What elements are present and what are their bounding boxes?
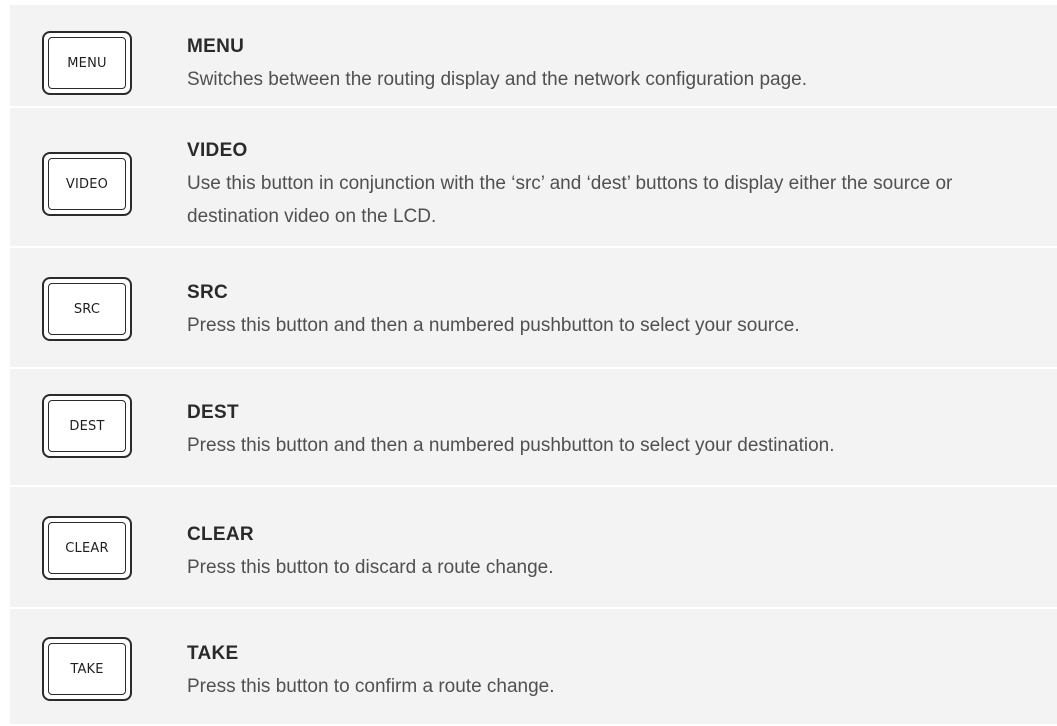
menu-description: Switches between the routing display and… (187, 69, 808, 90)
take-button-icon: TAKE (42, 637, 132, 701)
clear-button-label: CLEAR (48, 522, 126, 574)
dest-description: Press this button and then a numbered pu… (187, 435, 835, 456)
src-row: SRC SRC Press this button and then a num… (10, 248, 1057, 369)
src-title: SRC (187, 282, 229, 303)
video-button-icon: VIDEO (42, 152, 132, 216)
video-description: Use this button in conjunction with the … (187, 173, 953, 227)
clear-description: Press this button to discard a route cha… (187, 557, 554, 578)
dest-button-label: DEST (48, 400, 126, 452)
take-text: TAKE Press this button to confirm a rout… (187, 643, 1037, 703)
take-description: Press this button to confirm a route cha… (187, 676, 555, 697)
clear-row: CLEAR CLEAR Press this button to discard… (10, 487, 1057, 609)
menu-title: MENU (187, 36, 245, 57)
clear-button-icon: CLEAR (42, 516, 132, 580)
menu-button-label: MENU (48, 37, 126, 89)
clear-text: CLEAR Press this button to discard a rou… (187, 524, 1037, 584)
src-description: Press this button and then a numbered pu… (187, 315, 800, 336)
dest-text: DEST Press this button and then a number… (187, 402, 1037, 462)
menu-row: MENU MENU Switches between the routing d… (10, 5, 1057, 108)
take-row: TAKE TAKE Press this button to confirm a… (10, 609, 1057, 724)
take-button-label: TAKE (48, 643, 126, 695)
src-button-icon: SRC (42, 277, 132, 341)
src-button-label: SRC (48, 283, 126, 335)
take-title: TAKE (187, 643, 239, 664)
menu-button-icon: MENU (42, 31, 132, 95)
menu-text: MENU Switches between the routing displa… (187, 36, 1037, 96)
src-text: SRC Press this button and then a numbere… (187, 282, 1037, 342)
video-row: VIDEO VIDEO Use this button in conjuncti… (10, 108, 1057, 248)
video-text: VIDEO Use this button in conjunction wit… (187, 140, 1037, 233)
video-button-label: VIDEO (48, 158, 126, 210)
video-title: VIDEO (187, 140, 248, 161)
dest-title: DEST (187, 402, 239, 423)
clear-title: CLEAR (187, 524, 254, 545)
dest-button-icon: DEST (42, 394, 132, 458)
button-reference-list: MENU MENU Switches between the routing d… (10, 5, 1057, 724)
dest-row: DEST DEST Press this button and then a n… (10, 369, 1057, 487)
